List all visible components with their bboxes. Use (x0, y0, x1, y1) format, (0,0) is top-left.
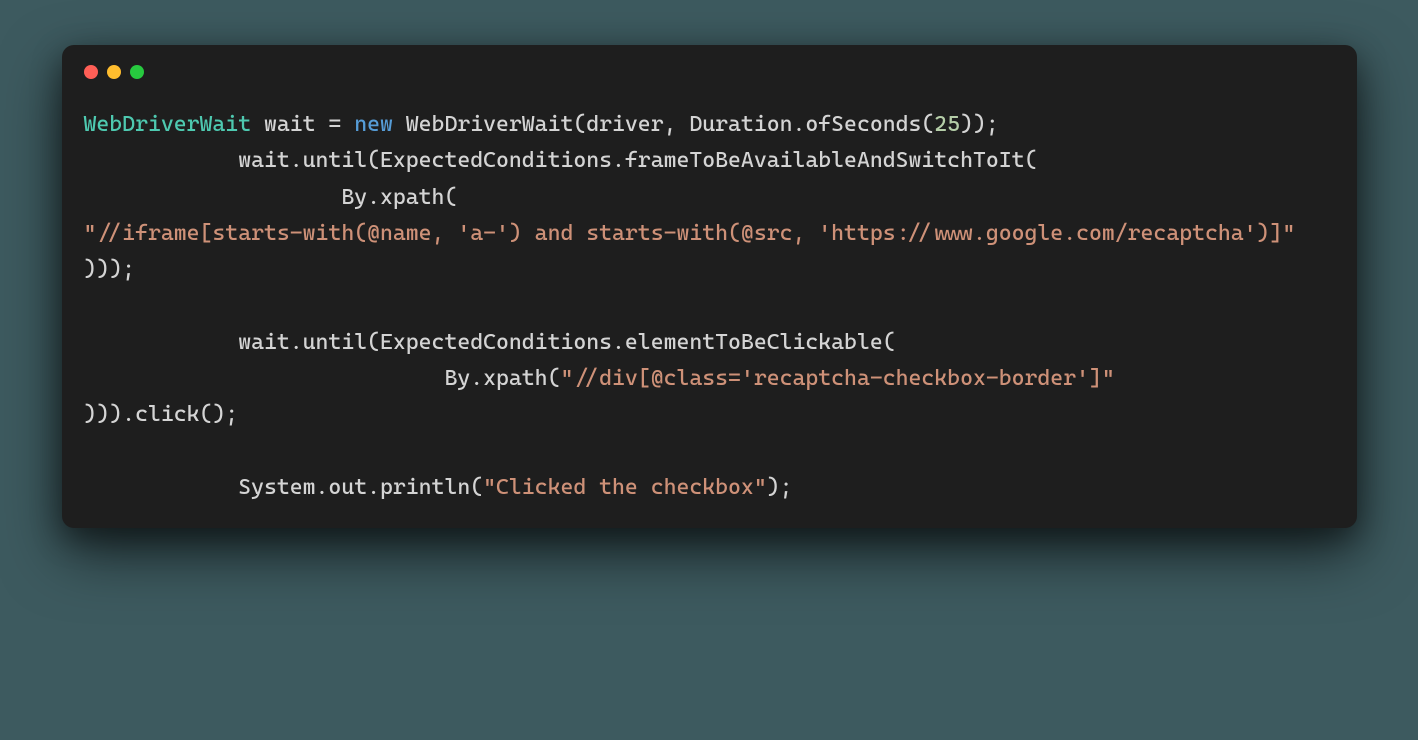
close-icon[interactable] (84, 65, 98, 79)
code-token: WebDriverWait(driver, Duration.ofSeconds… (393, 112, 934, 137)
minimize-icon[interactable] (107, 65, 121, 79)
code-content: WebDriverWait wait = new WebDriverWait(d… (62, 79, 1357, 528)
code-token: "Clicked the checkbox" (483, 475, 767, 500)
code-token: 25 (934, 112, 960, 137)
code-window: WebDriverWait wait = new WebDriverWait(d… (62, 45, 1357, 528)
maximize-icon[interactable] (130, 65, 144, 79)
code-token: ))).click(); System.out.println( (84, 402, 484, 500)
code-token: "//div[@class='recaptcha-checkbox-border… (560, 366, 1114, 391)
code-token: new (354, 112, 393, 137)
code-token: "//iframe[starts-with(@name, 'a-') and s… (84, 221, 1296, 246)
window-titlebar (62, 45, 1357, 79)
code-token: wait = (251, 112, 354, 137)
code-token: ); (767, 475, 793, 500)
code-token: WebDriverWait (84, 112, 252, 137)
